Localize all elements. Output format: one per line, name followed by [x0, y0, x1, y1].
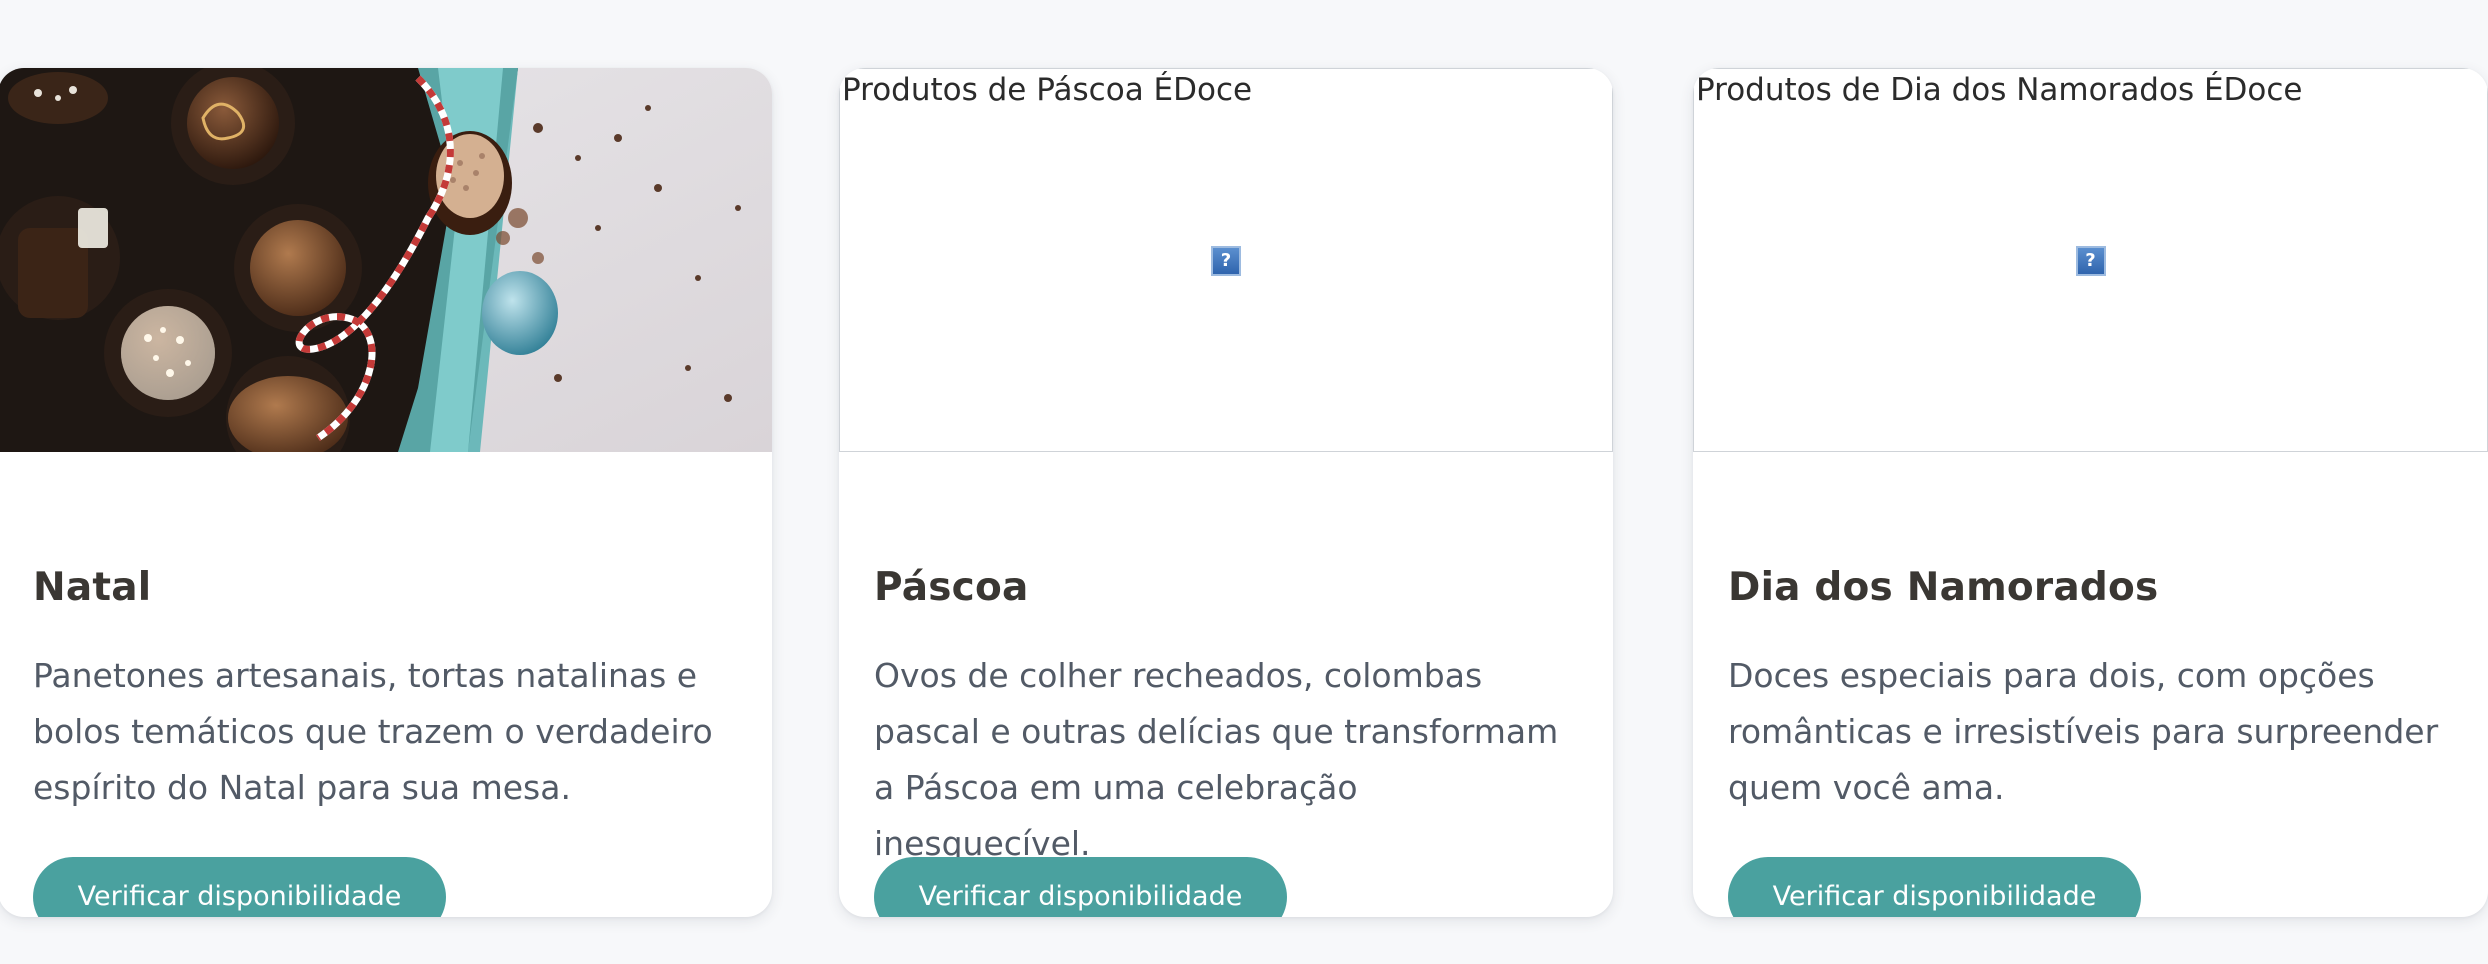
broken-image-icon: ? — [1211, 246, 1241, 276]
chocolates-photo — [0, 68, 772, 452]
product-card-pascoa: Produtos de Páscoa ÉDoce ? Páscoa Ovos d… — [839, 68, 1613, 917]
card-description: Ovos de colher recheados, colombas pasca… — [874, 656, 1559, 863]
card-title: Natal — [33, 565, 152, 610]
check-availability-button[interactable]: Verificar disponibilidade — [874, 857, 1287, 917]
product-card-dia-dos-namorados: Produtos de Dia dos Namorados ÉDoce ? Di… — [1693, 68, 2488, 917]
card-title: Dia dos Namorados — [1728, 565, 2159, 610]
broken-image: Produtos de Páscoa ÉDoce ? — [839, 68, 1613, 452]
card-title: Páscoa — [874, 565, 1029, 610]
card-description: Doces especiais para dois, com opções ro… — [1728, 656, 2439, 807]
check-availability-button[interactable]: Verificar disponibilidade — [1728, 857, 2141, 917]
card-description: Panetones artesanais, tortas natalinas e… — [33, 656, 713, 807]
product-card-natal: Natal Panetones artesanais, tortas natal… — [0, 68, 772, 917]
check-availability-button[interactable]: Verificar disponibilidade — [33, 857, 446, 917]
broken-image: Produtos de Dia dos Namorados ÉDoce ? — [1693, 68, 2488, 452]
image-alt-text: Produtos de Dia dos Namorados ÉDoce — [1696, 72, 2303, 108]
image-alt-text: Produtos de Páscoa ÉDoce — [842, 72, 1253, 108]
broken-image-icon: ? — [2075, 246, 2106, 276]
